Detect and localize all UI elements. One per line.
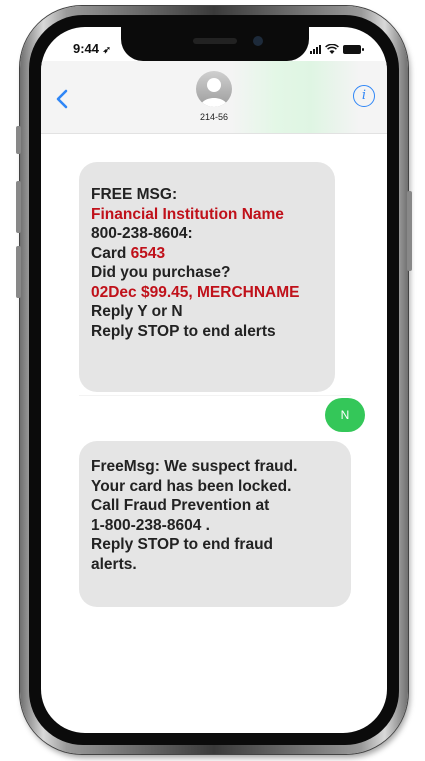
contact-avatar[interactable] bbox=[196, 71, 232, 107]
message-line: Did you purchase? bbox=[91, 264, 231, 281]
conversation-header: 214-56 i bbox=[41, 61, 387, 134]
card-last-four: 6543 bbox=[130, 244, 166, 262]
status-bar: 9:44 ➶ bbox=[41, 41, 387, 61]
message-line: 02Dec $99.45, MERCHNAME bbox=[91, 283, 300, 301]
volume-up-button bbox=[16, 181, 21, 233]
message-line: FreeMsg: We suspect fraud. bbox=[91, 458, 298, 475]
sent-message-bubble[interactable]: N bbox=[325, 398, 365, 432]
message-line-prefix: Card bbox=[91, 244, 131, 262]
message-line: Reply Y or N bbox=[91, 303, 183, 320]
divider bbox=[79, 395, 351, 396]
message-line: Card 6543 bbox=[91, 244, 299, 264]
status-time-text: 9:44 bbox=[73, 41, 100, 56]
message-line: 800-238-8604: bbox=[91, 225, 193, 242]
message-text: FreeMsg: We suspect fraud. Your card has… bbox=[91, 457, 297, 574]
phone-bezel: 9:44 ➶ 214-56 i FREE MSG: Financial Inst… bbox=[29, 15, 399, 745]
status-icons bbox=[310, 44, 364, 54]
wifi-icon bbox=[325, 44, 339, 54]
signal-icon bbox=[310, 44, 321, 54]
status-time: 9:44 ➶ bbox=[73, 41, 111, 56]
phone-frame: 9:44 ➶ 214-56 i FREE MSG: Financial Inst… bbox=[16, 6, 412, 754]
contact-name[interactable]: 214-56 bbox=[41, 112, 387, 122]
chevron-left-icon[interactable] bbox=[53, 89, 73, 109]
message-line: Call Fraud Prevention at bbox=[91, 497, 270, 514]
message-text: FREE MSG: Financial Institution Name 800… bbox=[91, 185, 299, 341]
phone-screen: 9:44 ➶ 214-56 i FREE MSG: Financial Inst… bbox=[41, 27, 387, 733]
message-line: alerts. bbox=[91, 555, 137, 573]
received-message-bubble[interactable]: FreeMsg: We suspect fraud. Your card has… bbox=[79, 441, 351, 607]
message-line: Reply STOP to end alerts bbox=[91, 322, 276, 340]
message-thread[interactable]: FREE MSG: Financial Institution Name 800… bbox=[41, 133, 387, 733]
battery-icon bbox=[343, 45, 364, 54]
message-line: Financial Institution Name bbox=[91, 205, 284, 223]
message-line: Your card has been locked. bbox=[91, 477, 292, 495]
person-silhouette-icon bbox=[200, 78, 228, 107]
received-message-bubble[interactable]: FREE MSG: Financial Institution Name 800… bbox=[79, 162, 335, 392]
mute-switch bbox=[16, 126, 21, 154]
message-line: Reply STOP to end fraud bbox=[91, 536, 274, 553]
side-button bbox=[407, 191, 412, 271]
volume-down-button bbox=[16, 246, 21, 298]
location-arrow-icon: ➶ bbox=[102, 45, 112, 56]
message-line: FREE MSG: bbox=[91, 186, 178, 203]
info-icon[interactable]: i bbox=[353, 85, 375, 107]
message-line: 1-800-238-8604 . bbox=[91, 516, 210, 534]
